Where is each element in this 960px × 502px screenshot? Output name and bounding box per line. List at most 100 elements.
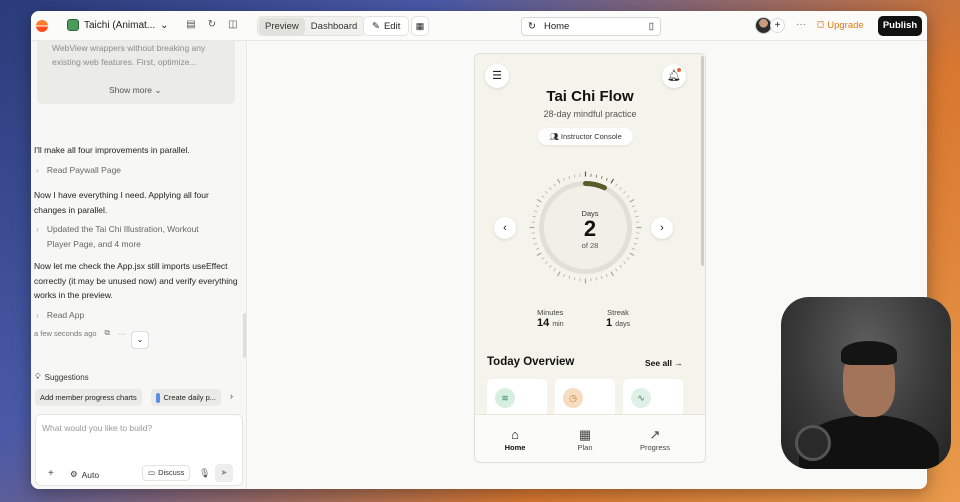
mode-selector[interactable]: ⚙ Auto [70,469,99,480]
dial-tick [568,176,571,180]
minutes-unit: min [552,321,564,328]
grid-button[interactable]: ▦ [411,16,429,36]
upgrade-button[interactable]: ⛋ Upgrade [817,20,864,31]
tab-dashboard[interactable]: Dashboard [305,18,363,35]
more-button[interactable]: ··· [796,19,806,30]
tool-call-item[interactable]: › Updated the Tai Chi Illustration, Work… [36,222,236,251]
url-bar[interactable]: ↻ Home ▯ [521,17,661,36]
notification-dot [677,68,681,72]
dial-tick [629,252,635,257]
suggestion-chip[interactable]: Add member progress charts [35,389,142,406]
suggestions-title: Suggestions [44,372,89,382]
dial-tick [536,252,542,257]
tab-label: Progress [639,443,670,452]
publish-button[interactable]: Publish [878,16,922,36]
send-button[interactable]: ➤ [215,464,233,482]
dial-tick [549,187,552,190]
see-all-link[interactable]: See all → [645,358,683,368]
scrollbar[interactable] [243,313,246,358]
tool-call-label: Updated the Tai Chi Illustration, Workou… [46,224,199,249]
project-icon [67,19,79,31]
tab-home[interactable]: ⌂ Home [485,427,545,452]
dial-tick [615,183,618,187]
lightbulb-icon: 💡︎ [35,372,41,381]
dial-tick [541,195,545,198]
clock-icon: ◷ [563,388,583,408]
home-icon: ⌂ [511,427,519,442]
streak-label: Streak [607,308,629,317]
settings-icon: ⚙ [70,469,78,479]
discuss-label: Discuss [158,468,185,477]
refresh-icon[interactable]: ↻ [528,21,536,32]
summary-line: WebView wrappers without breaking any [52,43,206,53]
dial-tick [545,191,548,194]
tool-call-item[interactable]: › Read App [36,308,236,323]
dial-tick [615,268,618,272]
minutes-label: Minutes [537,308,564,317]
view-switcher: Preview Dashboard [257,16,366,36]
trend-icon: ↗ [649,427,661,442]
person-hair [841,341,897,365]
streak-stat: Streak 1 days [606,308,630,329]
chat-icon: ▭ [148,468,156,477]
streak-unit: days [615,321,630,328]
dial-tick [563,178,566,182]
top-bar: Taichi (Animat... ⌄ ▤ ↻ ◫ Preview Dashbo… [31,11,927,41]
overview-title: Today Overview [487,356,575,368]
overview-card[interactable]: ∿ [623,379,683,419]
tab-progress[interactable]: ↗ Progress [625,427,685,452]
microphone-icon[interactable]: 🎙︎ [199,468,210,479]
activity-icon: ∿ [631,388,651,408]
dial-tick [536,198,542,203]
history-icon[interactable]: ↻ [206,19,218,31]
show-more-button[interactable]: Show more ⌄ [109,85,162,96]
bottom-tab-bar: ⌂ Home ▦ Plan ↗ Progress [475,414,705,462]
invite-button[interactable]: + [770,18,785,33]
dial-tick [545,261,548,264]
discuss-button[interactable]: ▭ Discuss [142,465,191,481]
tab-preview[interactable]: Preview [259,17,305,35]
menu-icon[interactable]: ☰ [485,64,509,88]
dial-tick [631,205,635,208]
suggestion-chip[interactable]: Create daily p... [151,389,221,406]
bell-icon[interactable]: 🔔︎ [662,64,686,88]
tool-call-item[interactable]: › Read Paywall Page [36,163,236,178]
edit-button[interactable]: ✎ Edit [363,16,410,36]
phone-frame: ☰ 🔔︎ Tai Chi Flow 28-day mindful practic… [474,53,706,463]
app-subtitle: 28-day mindful practice [543,109,637,119]
chat-panel: WebView wrappers without breaking any ex… [31,41,247,489]
dial-tick [536,205,540,208]
dial-tick [573,174,576,178]
summary-line: existing web features. First, optimize..… [52,57,197,67]
days-total: of 28 [581,241,599,250]
composer[interactable]: What would you like to build? + ⚙ Auto ▭… [35,414,243,486]
days-value: 2 [583,216,597,241]
dial-tick [623,191,626,194]
dial-tick [563,273,566,277]
scroll-down-button[interactable]: ⌄ [131,331,149,349]
dial-tick [626,257,630,260]
dial-tick [605,273,608,277]
tab-plan[interactable]: ▦ Plan [555,427,615,452]
copy-icon[interactable]: ⧉ [105,328,110,338]
sidebar-toggle-icon[interactable]: ◫ [227,19,239,31]
dial-tick [553,268,556,272]
dial-tick [573,277,576,281]
chevron-right-icon[interactable]: › [230,391,233,401]
assistant-message: Now I have everything I need. Applying a… [34,190,209,215]
logo-icon[interactable] [36,20,48,32]
tab-label: Plan [577,443,593,452]
dial-tick [610,178,615,184]
overview-card[interactable]: ◷ [555,379,615,419]
overview-card[interactable]: ≋ [487,379,547,419]
composer-input[interactable]: What would you like to build? [42,423,152,433]
minutes-stat: Minutes 14 min [537,308,564,329]
project-selector[interactable]: Taichi (Animat... ⌄ [67,19,169,31]
add-attachment-button[interactable]: + [48,468,54,479]
instructor-console-button[interactable]: 👥︎ Instructor Console [538,128,633,145]
assistant-message: Now let me check the App.jsx still impor… [34,261,238,300]
book-icon[interactable]: ▤ [185,19,197,31]
device-icon[interactable]: ▯ [649,21,654,32]
more-icon[interactable]: ··· [118,329,126,338]
gift-icon: ⛋ [817,20,825,31]
